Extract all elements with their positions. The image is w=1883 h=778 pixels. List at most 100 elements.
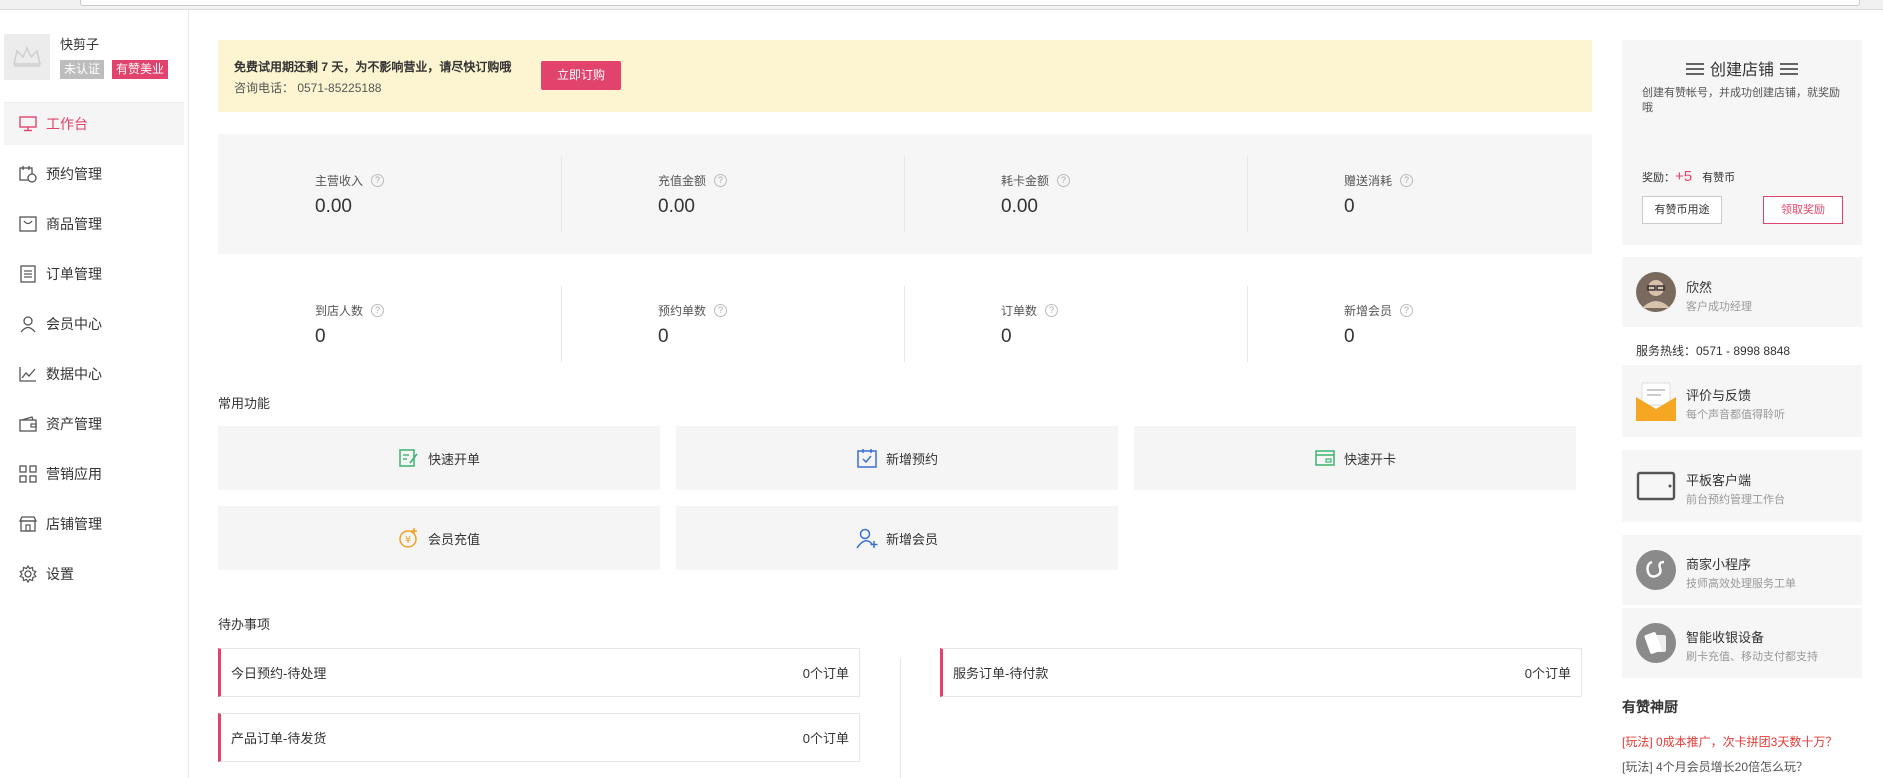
service-sub: 刷卡充值、移动支付都支持: [1686, 651, 1818, 663]
stat-divider: [904, 156, 905, 232]
feedback-card[interactable]: 评价与反馈 每个声音都值得聆听: [1622, 365, 1862, 437]
address-bar[interactable]: [80, 0, 1860, 6]
stat-value: 0.00: [1001, 196, 1038, 217]
function-label: 新增会员: [885, 531, 938, 547]
member-recharge-button[interactable]: ¥ 会员充值: [218, 506, 660, 570]
user-plus-icon: [856, 527, 878, 549]
bag-icon: [18, 214, 38, 234]
sidebar-item-store[interactable]: 店铺管理: [4, 503, 184, 545]
sidebar-item-data[interactable]: 数据中心: [4, 353, 184, 395]
manager-role: 客户成功经理: [1686, 301, 1752, 313]
sidebar-item-members[interactable]: 会员中心: [4, 303, 184, 345]
help-icon[interactable]: ?: [371, 304, 385, 317]
mini-program-card[interactable]: 商家小程序 技师高效处理服务工单: [1622, 535, 1862, 605]
stat-value: 0: [1344, 326, 1355, 347]
stat-value: 0: [315, 326, 326, 347]
calendar-icon: [18, 164, 38, 184]
todo-count: 0个订单: [802, 731, 849, 746]
stat-label: 耗卡金额: [1001, 174, 1050, 188]
news-link[interactable]: [玩法] 0成本推广，次卡拼团3天数十万？: [1622, 733, 1837, 750]
stat-value: 0: [1344, 196, 1355, 217]
sidebar-item-label: 会员中心: [46, 316, 102, 332]
quick-card-button[interactable]: 快速开卡: [1134, 426, 1576, 490]
stat-label: 充值金额: [658, 174, 707, 188]
todo-today-appointments[interactable]: 今日预约-待处理 0个订单: [218, 648, 860, 697]
stat-divider: [904, 286, 905, 362]
claim-reward-button[interactable]: 领取奖励: [1763, 196, 1843, 224]
service-title: 平板客户端: [1686, 473, 1752, 488]
reward-label: 奖励：: [1642, 171, 1675, 184]
store-icon: [18, 514, 38, 534]
stat-appointments: 预约单数? 0: [561, 264, 904, 384]
stat-label: 新增会员: [1344, 304, 1393, 318]
revenue-stats: 主营收入? 0.00 充值金额? 0.00 耗卡金额? 0.00 赠送消耗? 0: [218, 134, 1592, 254]
create-store-title: 创建店铺: [1709, 62, 1774, 79]
coin-usage-button[interactable]: 有赞币用途: [1642, 196, 1722, 224]
help-icon[interactable]: ?: [1400, 304, 1414, 317]
sidebar-item-label: 营销应用: [46, 466, 102, 482]
pos-device-card[interactable]: 智能收银设备 刷卡充值、移动支付都支持: [1622, 608, 1862, 678]
sidebar-item-marketing[interactable]: 营销应用: [4, 453, 184, 495]
service-sub: 每个声音都值得聆听: [1686, 409, 1785, 421]
avatar: [1636, 272, 1676, 312]
stat-recharge: 充值金额? 0.00: [561, 134, 904, 254]
shop-name: 快剪子: [60, 37, 100, 52]
sidebar-item-label: 商品管理: [46, 216, 102, 232]
sidebar-item-products[interactable]: 商品管理: [4, 203, 184, 245]
help-icon[interactable]: ?: [1045, 304, 1059, 317]
unverified-badge[interactable]: 未认证: [60, 60, 105, 79]
sidebar-item-appointments[interactable]: 预约管理: [4, 153, 184, 195]
help-icon[interactable]: ?: [1400, 174, 1414, 187]
stat-new-members: 新增会员? 0: [1247, 264, 1590, 384]
shop-avatar[interactable]: [4, 34, 50, 80]
coin-plus-icon: ¥: [398, 527, 420, 549]
card-icon: [1314, 447, 1336, 469]
sidebar-item-orders[interactable]: 订单管理: [4, 253, 184, 295]
todo-product-orders[interactable]: 产品订单-待发货 0个订单: [218, 713, 860, 762]
function-label: 新增预约: [885, 451, 938, 467]
stat-card-consumption: 耗卡金额? 0.00: [904, 134, 1247, 254]
stat-visitors: 到店人数? 0: [218, 264, 561, 384]
reward-value: +5: [1675, 168, 1693, 185]
help-icon[interactable]: ?: [714, 304, 728, 317]
sidebar-item-assets[interactable]: 资产管理: [4, 403, 184, 445]
stat-gift-consumption: 赠送消耗? 0: [1247, 134, 1590, 254]
sidebar-item-workbench[interactable]: 工作台: [4, 103, 184, 145]
chart-icon: [18, 364, 38, 384]
account-manager-card[interactable]: 欣然 客户成功经理: [1622, 257, 1862, 327]
tablet-client-card[interactable]: 平板客户端 前台预约管理工作台: [1622, 450, 1862, 522]
help-icon[interactable]: ?: [714, 174, 728, 187]
todo-label: 今日预约-待处理: [231, 666, 327, 681]
reward-info: 奖励： +5 有赞币: [1642, 168, 1735, 185]
todo-divider: [900, 658, 901, 778]
service-title: 评价与反馈: [1686, 388, 1752, 403]
sidebar-item-label: 设置: [46, 566, 74, 582]
trial-banner: 免费试用期还剩 7 天，为不影响营业，请尽快订购哦 咨询电话： 0571-852…: [218, 40, 1592, 112]
gear-icon: [18, 564, 38, 584]
quick-order-button[interactable]: 快速开单: [218, 426, 660, 490]
miniprogram-icon: [1636, 550, 1676, 590]
help-icon[interactable]: ?: [371, 174, 385, 187]
stat-main-revenue: 主营收入? 0.00: [218, 134, 561, 254]
subscribe-button[interactable]: 立即订购: [541, 61, 621, 90]
todo-service-orders[interactable]: 服务订单-待付款 0个订单: [940, 648, 1582, 697]
sidebar-item-label: 数据中心: [46, 366, 102, 382]
tablet-icon: [1636, 466, 1676, 506]
todo-title: 待办事项: [218, 617, 271, 632]
menu-lines-icon: [1780, 62, 1798, 80]
wallet-icon: [18, 414, 38, 434]
new-appointment-button[interactable]: 新增预约: [676, 426, 1118, 490]
sidebar-item-settings[interactable]: 设置: [4, 553, 184, 595]
stat-divider: [1247, 156, 1248, 232]
new-member-button[interactable]: 新增会员: [676, 506, 1118, 570]
consult-phone: 咨询电话： 0571-85225188: [234, 81, 382, 95]
user-icon: [18, 314, 38, 334]
reward-unit: 有赞币: [1702, 171, 1736, 184]
news-link[interactable]: [玩法] 4个月会员增长20倍怎么玩？: [1622, 758, 1808, 775]
stat-orders: 订单数? 0: [904, 264, 1247, 384]
document-icon: [18, 264, 38, 284]
pos-icon: [1636, 623, 1676, 663]
function-label: 快速开单: [427, 451, 480, 467]
help-icon[interactable]: ?: [1057, 174, 1071, 187]
sidebar-item-label: 工作台: [46, 116, 88, 132]
